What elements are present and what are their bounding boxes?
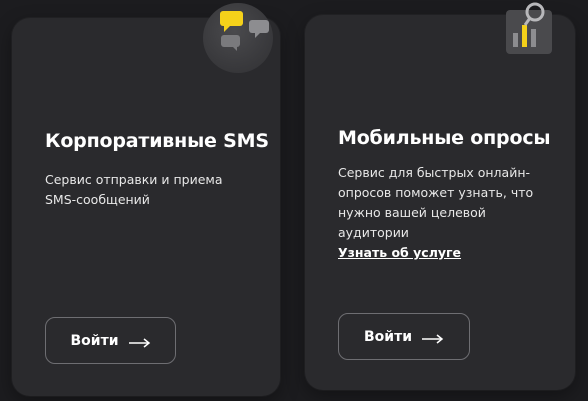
surveys-service-card[interactable]: Мобильные опросы Сервис для быстрых онла… (305, 2, 575, 390)
arrow-right-icon (422, 332, 444, 344)
sms-service-card[interactable]: Корпоративные SMS Сервис отправки и прие… (12, 3, 280, 396)
arrow-right-icon (128, 336, 151, 348)
card-description: Сервис для быстрых онлайн-опросов поможе… (338, 165, 534, 240)
login-button[interactable]: Войти (338, 313, 470, 360)
card-title: Корпоративные SMS (45, 130, 269, 152)
survey-chart-magnifier-icon (500, 0, 560, 60)
login-button-label: Войти (70, 332, 119, 349)
card-title: Мобильные опросы (338, 127, 551, 149)
login-button[interactable]: Войти (45, 317, 176, 364)
learn-more-link[interactable]: Узнать об услуге (338, 245, 461, 260)
login-button-label: Войти (363, 328, 413, 345)
chat-bubbles-icon (203, 3, 273, 73)
card-description: Сервис отправки и приема SMS-сообщений (45, 172, 223, 207)
